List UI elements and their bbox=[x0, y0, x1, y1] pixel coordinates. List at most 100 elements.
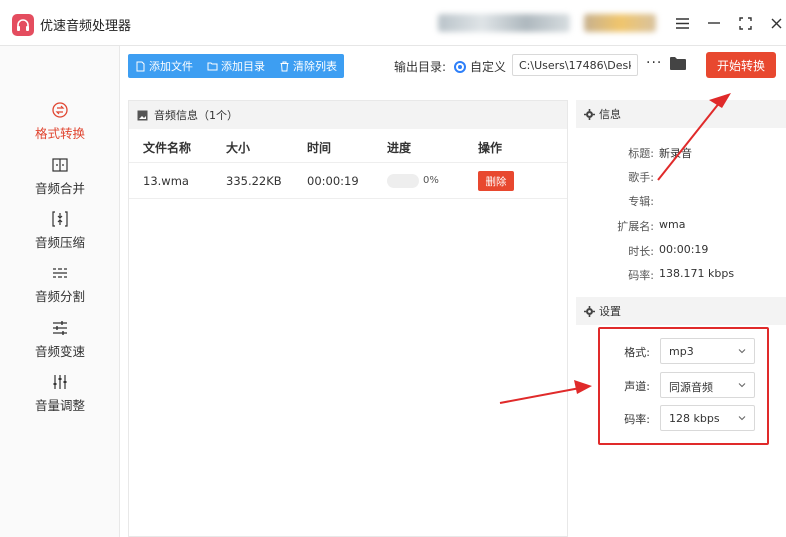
clear-list-label: 清除列表 bbox=[293, 60, 337, 73]
sidebar-item-label: 音频分割 bbox=[34, 289, 85, 304]
volume-icon bbox=[53, 375, 67, 389]
file-icon bbox=[136, 61, 145, 71]
file-list-header: 音频信息（1个） bbox=[129, 101, 567, 129]
bitrate-label: 码率: bbox=[624, 413, 650, 426]
output-path-input[interactable] bbox=[512, 54, 638, 76]
info-key: 专辑: bbox=[628, 195, 654, 208]
close-icon[interactable] bbox=[766, 13, 786, 33]
info-key: 扩展名: bbox=[617, 220, 654, 233]
sidebar-item-format-convert[interactable]: 格式转换 bbox=[0, 100, 120, 152]
blurred-user-info bbox=[438, 14, 570, 32]
blurred-account-info bbox=[584, 14, 656, 32]
channel-value: 同源音频 bbox=[669, 381, 713, 394]
settings-header: 设置 bbox=[576, 297, 786, 325]
file-count-label: 音频信息（1个） bbox=[154, 109, 238, 122]
channel-select[interactable]: 同源音频 bbox=[660, 372, 755, 398]
radio-selected-icon bbox=[454, 60, 466, 73]
info-value: 00:00:19 bbox=[659, 243, 709, 256]
format-value: mp3 bbox=[669, 345, 694, 358]
format-select[interactable]: mp3 bbox=[660, 338, 755, 364]
settings-panel: 设置 格式: mp3 声道: 同源音频 码率: 128 kbps bbox=[576, 297, 786, 537]
info-key: 歌手: bbox=[628, 171, 654, 184]
folder-icon bbox=[207, 62, 218, 70]
info-panel: 信息 标题: 新录音 歌手: 专辑: 扩展名: wma 时长: 00:00:19 码率… bbox=[576, 100, 786, 295]
merge-icon bbox=[52, 158, 68, 172]
sidebar-item-label: 音频合并 bbox=[34, 181, 85, 196]
sidebar-item-split[interactable]: 音频分割 bbox=[0, 263, 120, 315]
sidebar-item-label: 格式转换 bbox=[34, 126, 85, 141]
add-file-button[interactable]: 添加文件 bbox=[128, 54, 200, 78]
title-bar: 优速音频处理器 bbox=[0, 0, 786, 46]
custom-dir-radio[interactable]: 自定义 bbox=[454, 58, 506, 75]
info-row-bitrate: 码率: 138.171 kbps bbox=[576, 267, 786, 285]
column-header-time: 时间 bbox=[307, 141, 332, 155]
split-icon bbox=[53, 268, 67, 278]
channel-setting: 声道: 同源音频 bbox=[576, 372, 786, 398]
sidebar-item-speed[interactable]: 音频变速 bbox=[0, 318, 120, 370]
more-options-button[interactable]: ··· bbox=[646, 55, 662, 71]
info-row-duration: 时长: 00:00:19 bbox=[576, 243, 786, 261]
menu-icon[interactable] bbox=[672, 13, 692, 33]
headphones-icon bbox=[12, 14, 34, 36]
minimize-icon[interactable] bbox=[704, 13, 724, 33]
toolbar: 添加文件 添加目录 清除列表 输出目录: 自定义 ··· 开始转换 bbox=[120, 46, 786, 90]
column-header-size: 大小 bbox=[226, 141, 251, 155]
app-title: 优速音频处理器 bbox=[40, 19, 132, 34]
table-header: 文件名称 大小 时间 进度 操作 bbox=[129, 129, 567, 163]
column-header-progress: 进度 bbox=[387, 141, 412, 155]
clear-list-button[interactable]: 清除列表 bbox=[272, 54, 344, 78]
file-actions-group: 添加文件 添加目录 清除列表 bbox=[128, 54, 344, 78]
sidebar-item-label: 音频变速 bbox=[34, 344, 85, 359]
column-header-name: 文件名称 bbox=[143, 141, 192, 155]
info-value: 138.171 kbps bbox=[659, 267, 735, 280]
speed-icon bbox=[53, 321, 67, 335]
file-name: 13.wma bbox=[143, 174, 189, 188]
browse-folder-icon[interactable] bbox=[670, 56, 686, 70]
info-value: 新录音 bbox=[659, 147, 692, 160]
file-list-panel: 音频信息（1个） 文件名称 大小 时间 进度 操作 13.wma 335.22K… bbox=[128, 100, 568, 537]
table-row[interactable]: 13.wma 335.22KB 00:00:19 0% 删除 bbox=[129, 163, 567, 199]
sidebar-item-label: 音量调整 bbox=[34, 398, 85, 413]
convert-icon bbox=[52, 102, 68, 118]
gear-icon bbox=[584, 108, 595, 120]
file-size: 335.22KB bbox=[226, 174, 282, 188]
add-file-label: 添加文件 bbox=[149, 60, 193, 73]
bitrate-select[interactable]: 128 kbps bbox=[660, 405, 755, 431]
info-key: 码率: bbox=[628, 269, 654, 282]
chevron-down-icon bbox=[738, 349, 746, 354]
custom-dir-label: 自定义 bbox=[470, 60, 507, 74]
sidebar-item-volume[interactable]: 音量调整 bbox=[0, 372, 120, 424]
info-row-album: 专辑: bbox=[576, 193, 786, 211]
sidebar-item-compress[interactable]: 音频压缩 bbox=[0, 209, 120, 261]
bitrate-value: 128 kbps bbox=[669, 412, 720, 425]
sidebar: 格式转换 音频合并 音频压缩 音频分割 音频变速 音量调整 bbox=[0, 46, 120, 537]
info-row-title: 标题: 新录音 bbox=[576, 145, 786, 163]
sidebar-item-merge[interactable]: 音频合并 bbox=[0, 155, 120, 207]
progress-percent: 0% bbox=[423, 175, 439, 186]
sidebar-item-label: 音频压缩 bbox=[34, 235, 85, 250]
gear-icon bbox=[584, 305, 595, 317]
chevron-down-icon bbox=[738, 416, 746, 421]
channel-label: 声道: bbox=[624, 380, 650, 393]
file-duration: 00:00:19 bbox=[307, 174, 359, 188]
info-row-artist: 歌手: bbox=[576, 169, 786, 187]
info-row-extension: 扩展名: wma bbox=[576, 218, 786, 236]
maximize-icon[interactable] bbox=[735, 13, 755, 33]
chevron-down-icon bbox=[738, 383, 746, 388]
add-folder-button[interactable]: 添加目录 bbox=[200, 54, 272, 78]
info-header: 信息 bbox=[576, 100, 786, 128]
trash-icon bbox=[280, 61, 289, 71]
start-convert-button[interactable]: 开始转换 bbox=[706, 52, 776, 78]
info-title: 信息 bbox=[599, 108, 621, 121]
format-setting: 格式: mp3 bbox=[576, 338, 786, 364]
progress-bar bbox=[387, 174, 419, 188]
bitrate-setting: 码率: 128 kbps bbox=[576, 405, 786, 431]
info-key: 标题: bbox=[628, 147, 654, 160]
delete-button[interactable]: 删除 bbox=[478, 171, 514, 191]
image-icon bbox=[137, 110, 148, 120]
output-dir-label: 输出目录: bbox=[394, 60, 447, 74]
info-key: 时长: bbox=[628, 245, 654, 258]
format-label: 格式: bbox=[624, 346, 650, 359]
add-folder-label: 添加目录 bbox=[221, 60, 265, 73]
settings-title: 设置 bbox=[599, 305, 621, 318]
